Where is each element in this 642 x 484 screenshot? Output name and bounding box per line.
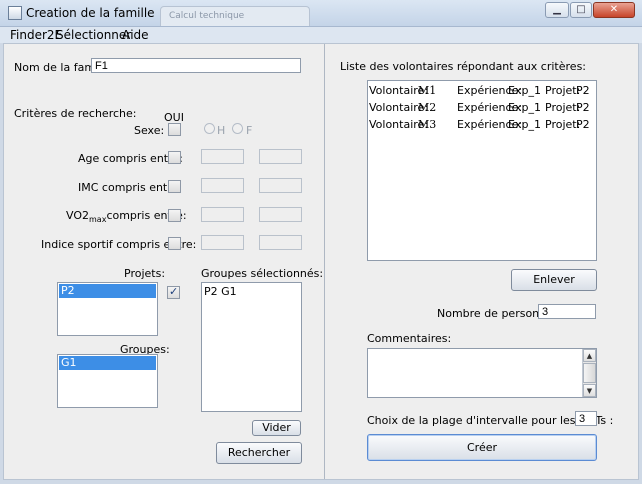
- scroll-down-icon[interactable]: ▼: [583, 384, 596, 397]
- volunteers-list[interactable]: Volontaire: M1 Expérience: Exp_1 Projet:…: [367, 80, 597, 261]
- age-checkbox[interactable]: [168, 151, 181, 164]
- age-max-input[interactable]: [259, 149, 302, 164]
- project-value: P2: [576, 118, 590, 131]
- vo2-label-sub: max: [89, 215, 107, 225]
- table-row[interactable]: Volontaire: M3 Expérience: Exp_1 Projet:…: [368, 117, 596, 133]
- menu-bar: Finder2E Sélectionner Aide: [0, 27, 642, 43]
- maximize-button[interactable]: □: [570, 2, 592, 18]
- menu-finder2e[interactable]: Finder2E: [10, 28, 62, 42]
- projets-label: Projets:: [124, 267, 166, 280]
- scroll-up-icon[interactable]: ▲: [583, 349, 596, 362]
- age-min-input[interactable]: [201, 149, 244, 164]
- experience-value: Exp_1: [508, 101, 541, 114]
- enlever-button[interactable]: Enlever: [511, 269, 597, 291]
- menu-selectionner[interactable]: Sélectionner: [56, 28, 131, 42]
- selected-groups-label: Groupes sélectionnés:: [201, 267, 324, 280]
- count-field[interactable]: [538, 304, 596, 319]
- project-value: P2: [576, 101, 590, 114]
- vo2-checkbox[interactable]: [168, 209, 181, 222]
- table-row[interactable]: Volontaire: M2 Expérience: Exp_1 Projet:…: [368, 100, 596, 116]
- panel-divider: [324, 44, 325, 479]
- vider-button[interactable]: Vider: [252, 420, 301, 436]
- project-value: P2: [576, 84, 590, 97]
- java-app-icon: [8, 6, 22, 20]
- imc-checkbox[interactable]: [168, 180, 181, 193]
- rechercher-button[interactable]: Rechercher: [216, 442, 302, 464]
- vo2-max-input[interactable]: [259, 207, 302, 222]
- radio-h[interactable]: [204, 123, 215, 134]
- sport-checkbox[interactable]: [168, 237, 181, 250]
- project-label: Projet:: [545, 101, 581, 114]
- close-button[interactable]: ✕: [593, 2, 635, 18]
- list-item[interactable]: P2: [59, 284, 156, 298]
- close-icon: ✕: [609, 4, 619, 15]
- sport-max-input[interactable]: [259, 235, 302, 250]
- volunteers-label: Liste des volontaires répondant aux crit…: [340, 60, 587, 73]
- background-tab-label: Calcul technique: [169, 11, 245, 21]
- radio-h-label: H: [217, 124, 226, 137]
- selected-groups-list[interactable]: P2 G1: [201, 282, 302, 412]
- project-label: Projet:: [545, 84, 581, 97]
- projets-add-checkbox[interactable]: [167, 285, 180, 299]
- vo2-min-input[interactable]: [201, 207, 244, 222]
- criteria-label: Critères de recherche:: [14, 107, 137, 120]
- project-label: Projet:: [545, 118, 581, 131]
- interval-input[interactable]: [575, 411, 597, 426]
- scroll-thumb[interactable]: [583, 363, 596, 383]
- imc-min-input[interactable]: [201, 178, 244, 193]
- volunteer-id: M3: [418, 118, 437, 131]
- list-item[interactable]: P2 G1: [204, 285, 237, 298]
- menu-aide[interactable]: Aide: [122, 28, 149, 42]
- projets-list[interactable]: P2: [57, 282, 158, 336]
- experience-value: Exp_1: [508, 118, 541, 131]
- sport-min-input[interactable]: [201, 235, 244, 250]
- title-bar: Creation de la famille Calcul technique …: [0, 0, 642, 27]
- list-item[interactable]: G1: [59, 356, 156, 370]
- table-row[interactable]: Volontaire: M1 Expérience: Exp_1 Projet:…: [368, 83, 596, 99]
- experience-value: Exp_1: [508, 84, 541, 97]
- vo2-label-main: VO2: [66, 209, 89, 222]
- sexe-label: Sexe:: [134, 124, 165, 137]
- family-name-input[interactable]: [91, 58, 301, 73]
- groupes-list[interactable]: G1: [57, 354, 158, 408]
- comments-label: Commentaires:: [367, 332, 452, 345]
- creer-button[interactable]: Créer: [367, 434, 597, 461]
- sexe-checkbox[interactable]: [168, 123, 181, 136]
- minimize-button[interactable]: ▁: [545, 2, 569, 18]
- volunteer-id: M1: [418, 84, 437, 97]
- maximize-icon: □: [576, 4, 586, 15]
- imc-max-input[interactable]: [259, 178, 302, 193]
- comments-scrollbar[interactable]: ▲ ▼: [582, 349, 596, 397]
- radio-f[interactable]: [232, 123, 243, 134]
- imc-label: IMC compris entre:: [78, 181, 183, 194]
- comments-box[interactable]: ▲ ▼: [367, 348, 597, 398]
- minimize-icon: ▁: [553, 4, 561, 15]
- window-title: Creation de la famille: [26, 6, 155, 20]
- radio-f-label: F: [246, 124, 253, 137]
- background-window-tab: Calcul technique: [160, 6, 310, 26]
- volunteer-id: M2: [418, 101, 437, 114]
